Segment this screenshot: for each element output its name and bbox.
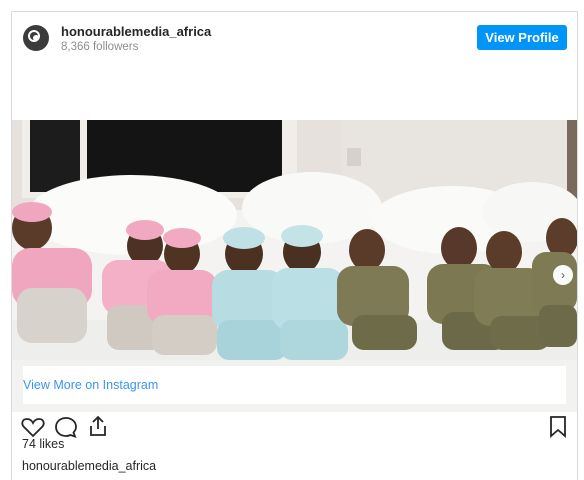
heart-icon[interactable] xyxy=(21,416,45,438)
chevron-right-icon: › xyxy=(561,268,565,282)
view-more-label: View More on Instagram xyxy=(23,378,159,392)
bookmark-icon[interactable] xyxy=(549,416,567,438)
post-photo[interactable]: View More on Instagram › xyxy=(12,120,577,412)
action-bar xyxy=(12,412,577,448)
like-count[interactable]: 74 likes xyxy=(22,437,64,451)
caption-username[interactable]: honourablemedia_africa xyxy=(22,459,156,473)
comment-icon[interactable] xyxy=(54,416,78,438)
view-more-link[interactable]: View More on Instagram xyxy=(23,366,566,404)
view-profile-button[interactable]: View Profile xyxy=(477,25,567,50)
avatar[interactable] xyxy=(23,25,49,51)
post-header: honourablemedia_africa 8,366 followers V… xyxy=(12,12,577,68)
instagram-embed-card: honourablemedia_africa 8,366 followers V… xyxy=(11,11,578,480)
share-icon[interactable] xyxy=(87,415,109,437)
username[interactable]: honourablemedia_africa xyxy=(61,24,211,39)
next-arrow-button[interactable]: › xyxy=(553,265,573,285)
follower-count: 8,366 followers xyxy=(61,41,139,53)
